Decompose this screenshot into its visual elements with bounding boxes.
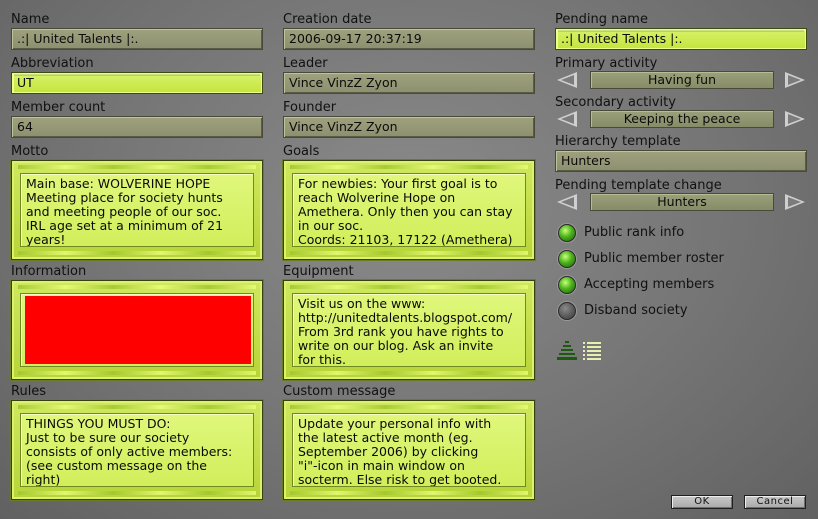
secondary-activity-prev-arrow-icon[interactable] [557, 111, 577, 127]
motto-line: IRL age set at a minimum of 21 [26, 218, 224, 233]
pending-name-label: Pending name [555, 12, 648, 27]
goals-line: Amethera. Only then you can stay [298, 204, 513, 219]
option-radio-on[interactable] [558, 250, 576, 268]
creation-date-field: 2006-09-17 20:37:19 [283, 28, 535, 50]
member-count-label: Member count [11, 100, 106, 115]
primary-activity-next-arrow-icon[interactable] [785, 72, 805, 88]
rules-line: Just to be sure our society [26, 430, 190, 445]
custom-message-line: Update your personal info with [298, 416, 492, 431]
custom-message-line: socterm. Else risk to get booted. [298, 472, 502, 487]
equipment-label: Equipment [283, 264, 354, 279]
hierarchy-template-label: Hierarchy template [555, 134, 681, 149]
equipment-line: Visit us on the www: [298, 296, 426, 311]
equipment-box[interactable]: Visit us on the www: http://unitedtalent… [283, 280, 535, 380]
primary-activity-prev-arrow-icon[interactable] [557, 72, 577, 88]
option-label: Public member roster [584, 251, 724, 266]
creation-date-label: Creation date [283, 12, 372, 27]
rules-box-top-bar [18, 405, 256, 409]
motto-box-top-bar [18, 165, 256, 169]
founder-field: Vince VinzZ Zyon [283, 116, 535, 138]
rules-text-area[interactable]: THINGS YOU MUST DO: Just to be sure our … [20, 413, 254, 487]
information-red-block [25, 296, 251, 364]
option-radio-on[interactable] [558, 224, 576, 242]
rules-line: THINGS YOU MUST DO: [26, 416, 171, 431]
goals-box-bottom-bar [290, 251, 528, 255]
equipment-line: http://unitedtalents.blogspot.com/ [298, 310, 513, 325]
custom-message-line: "i"-icon in main window on [298, 458, 465, 473]
motto-line: Main base: WOLVERINE HOPE [26, 176, 211, 191]
primary-activity-label: Primary activity [555, 56, 658, 71]
equipment-line: for this. [298, 352, 346, 367]
goals-text-area[interactable]: For newbies: Your first goal is to reach… [292, 173, 526, 247]
custom-message-label: Custom message [283, 384, 396, 399]
custom-message-line: the latest active month (eg. [298, 430, 473, 445]
option-radio-on[interactable] [558, 276, 576, 294]
goals-box[interactable]: For newbies: Your first goal is to reach… [283, 160, 535, 260]
secondary-activity-next-arrow-icon[interactable] [785, 111, 805, 127]
motto-box-bottom-bar [18, 251, 256, 255]
motto-line: and meeting people of our soc. [26, 204, 222, 219]
information-label: Information [11, 264, 87, 279]
goals-label: Goals [283, 144, 320, 159]
secondary-activity-label: Secondary activity [555, 95, 676, 110]
information-text-area[interactable] [20, 293, 254, 367]
member-count-field: 64 [11, 116, 263, 138]
pending-name-field[interactable]: .:| United Talents |:. [555, 28, 807, 50]
equipment-box-top-bar [290, 285, 528, 289]
custom-message-line: September 2006) by clicking [298, 444, 479, 459]
abbreviation-label: Abbreviation [11, 56, 94, 71]
option-label: Accepting members [584, 277, 715, 292]
equipment-line: From 3rd rank you have rights to [298, 324, 504, 339]
custom-message-box-top-bar [290, 405, 528, 409]
goals-line: in our soc. [298, 218, 364, 233]
founder-label: Founder [283, 100, 337, 115]
rules-line: (see custom message on the [26, 458, 207, 473]
goals-line: For newbies: Your first goal is to [298, 176, 498, 191]
goals-line: reach Wolverine Hope on [298, 190, 456, 205]
leader-label: Leader [283, 56, 328, 71]
motto-box[interactable]: Main base: WOLVERINE HOPE Meeting place … [11, 160, 263, 260]
pending-template-change-selector: Hunters [590, 193, 774, 211]
motto-line: Meeting place for society hunts [26, 190, 223, 205]
rules-box-bottom-bar [18, 491, 256, 495]
name-field[interactable]: .:| United Talents |:. [11, 28, 263, 50]
member-list-icon[interactable] [582, 340, 604, 362]
secondary-activity-selector: Keeping the peace [590, 110, 774, 128]
abbreviation-field[interactable]: UT [11, 72, 263, 94]
option-radio-off[interactable] [558, 302, 576, 320]
motto-line: years! [26, 232, 66, 247]
template-change-next-arrow-icon[interactable] [785, 194, 805, 210]
goals-box-top-bar [290, 165, 528, 169]
name-label: Name [11, 12, 50, 27]
information-box[interactable] [11, 280, 263, 380]
rules-box[interactable]: THINGS YOU MUST DO: Just to be sure our … [11, 400, 263, 500]
custom-message-box[interactable]: Update your personal info with the lates… [283, 400, 535, 500]
leader-field: Vince VinzZ Zyon [283, 72, 535, 94]
motto-label: Motto [11, 144, 49, 159]
ok-button[interactable]: OK [671, 495, 733, 509]
information-box-top-bar [18, 285, 256, 289]
cancel-button[interactable]: Cancel [744, 495, 806, 509]
rules-line: consists of only active members: [26, 444, 233, 459]
hierarchy-template-field: Hunters [555, 150, 807, 172]
rules-label: Rules [11, 384, 47, 399]
option-label: Disband society [584, 303, 688, 318]
hierarchy-tree-icon[interactable] [556, 340, 578, 362]
equipment-line: write on our blog. Ask an invite [298, 338, 494, 353]
custom-message-box-bottom-bar [290, 491, 528, 495]
custom-message-text-area[interactable]: Update your personal info with the lates… [292, 413, 526, 487]
option-label: Public rank info [584, 225, 685, 240]
template-change-prev-arrow-icon[interactable] [557, 194, 577, 210]
goals-line: Coords: 21103, 17122 (Amethera) [298, 232, 513, 247]
motto-text-area[interactable]: Main base: WOLVERINE HOPE Meeting place … [20, 173, 254, 247]
pending-template-change-label: Pending template change [555, 178, 722, 193]
rules-line: right) [26, 472, 61, 487]
primary-activity-selector: Having fun [590, 71, 774, 89]
equipment-box-bottom-bar [290, 371, 528, 375]
information-box-bottom-bar [18, 371, 256, 375]
equipment-text-area[interactable]: Visit us on the www: http://unitedtalent… [292, 293, 526, 367]
